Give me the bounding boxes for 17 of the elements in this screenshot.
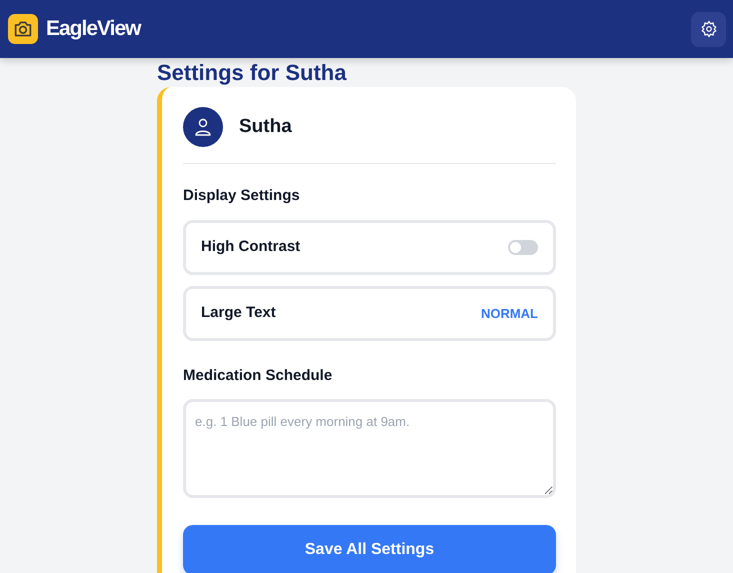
save-button[interactable]: Save All Settings bbox=[183, 525, 556, 573]
setting-row[interactable]: High Contrast bbox=[183, 220, 556, 275]
setting-label: Large Text bbox=[201, 303, 276, 324]
settings-button[interactable] bbox=[691, 12, 726, 46]
profile-name: Sutha bbox=[239, 115, 292, 140]
medication-field[interactable]: e.g. 1 Blue pill every morning at 9am. bbox=[183, 399, 556, 498]
gear-icon bbox=[700, 20, 718, 38]
toggle-switch[interactable] bbox=[508, 240, 538, 255]
page-title: Settings for Sutha bbox=[157, 60, 348, 86]
section-heading: Medication Schedule bbox=[183, 366, 334, 386]
app-logo-icon bbox=[8, 14, 38, 44]
app-name: EagleView bbox=[46, 16, 141, 42]
section-heading: Display Settings bbox=[183, 186, 301, 206]
setting-value[interactable]: NORMAL bbox=[480, 304, 538, 324]
user-avatar-icon bbox=[183, 107, 223, 148]
setting-label: High Contrast bbox=[201, 237, 300, 258]
setting-row[interactable]: Large Text NORMAL bbox=[183, 286, 556, 341]
